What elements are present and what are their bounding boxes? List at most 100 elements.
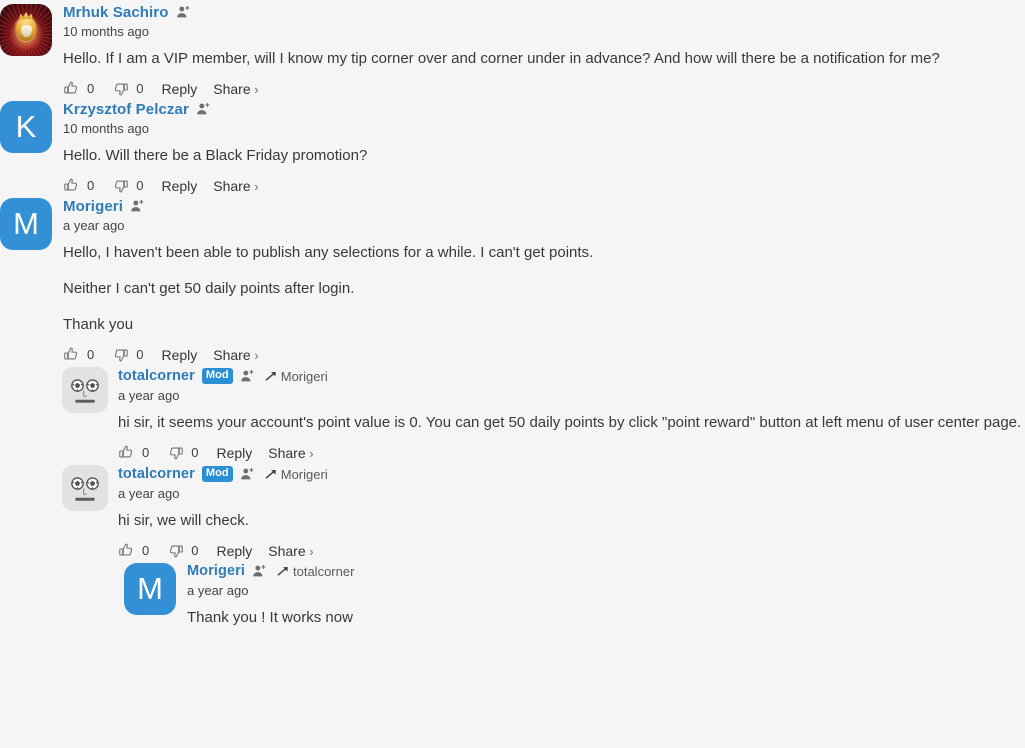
- dislike-button[interactable]: 0: [112, 346, 143, 363]
- comment-paragraph: hi sir, it seems your account's point va…: [118, 414, 1022, 431]
- comment-body: Mrhuk Sachiro 10 months ago Hello. If I am…: [63, 4, 1025, 97]
- reply-to-name: totalcorner: [293, 564, 355, 579]
- add-user-icon[interactable]: [130, 199, 145, 214]
- like-button[interactable]: 0: [63, 80, 94, 97]
- dislike-count: 0: [136, 81, 144, 96]
- reply-to: Morigeri: [265, 370, 328, 383]
- reply-arrow-icon: [265, 468, 278, 481]
- dislike-button[interactable]: 0: [167, 444, 198, 461]
- avatar[interactable]: L: [62, 465, 108, 511]
- comment-c3: M Morigeri a year ago Hello, I haven't been…: [0, 194, 1025, 363]
- add-user-icon[interactable]: [240, 369, 255, 384]
- comment-body: Krzysztof Pelczar 10 months ago Hello. Wil…: [63, 101, 1025, 194]
- like-button[interactable]: 0: [63, 177, 94, 194]
- comment-author[interactable]: Morigeri: [63, 199, 123, 214]
- dislike-button[interactable]: 0: [167, 542, 198, 559]
- share-button[interactable]: Share: [213, 347, 258, 363]
- add-user-icon[interactable]: [240, 467, 255, 482]
- comment-c1: Mrhuk Sachiro 10 months ago Hello. If I am…: [0, 0, 1025, 97]
- comment-paragraph: Neither I can't get 50 daily points afte…: [63, 280, 355, 297]
- comment-author[interactable]: Mrhuk Sachiro: [63, 5, 169, 20]
- reply-to-name: Morigeri: [280, 368, 328, 384]
- comment-paragraph: hi sir, we will check.: [118, 512, 249, 529]
- comment-paragraph: Thank you ! It works now: [187, 609, 353, 626]
- reply-to: totalcorner: [277, 565, 354, 578]
- comment-actions: 0 0 Reply Share: [63, 80, 1025, 97]
- comment-text: Hello, I haven't been able to publish an…: [63, 243, 1025, 335]
- share-button[interactable]: Share: [268, 543, 313, 559]
- comment-author[interactable]: totalcorner: [118, 467, 195, 482]
- thumbs-up-icon: [63, 80, 80, 97]
- avatar-column: M: [0, 198, 52, 250]
- reply-button[interactable]: Reply: [216, 445, 252, 461]
- comment-paragraph: Thank you: [63, 316, 134, 333]
- avatar-column: L: [62, 465, 108, 511]
- dislike-count: 0: [136, 347, 144, 362]
- comment-timestamp: a year ago: [118, 388, 180, 403]
- comment-text: Hello. If I am a VIP member, will I know…: [63, 49, 1025, 69]
- add-user-icon[interactable]: [196, 102, 211, 117]
- comment-timestamp: a year ago: [63, 218, 125, 233]
- comment-timestamp: a year ago: [187, 583, 249, 598]
- comment-header: Morigeri: [63, 199, 1025, 214]
- comment-body: totalcorner Mod Morigeri a year ago hi sir, …: [118, 367, 1025, 461]
- thumbs-up-icon: [63, 177, 80, 194]
- svg-text:L: L: [83, 488, 88, 497]
- reply-button[interactable]: Reply: [161, 347, 197, 363]
- comment-author[interactable]: Morigeri: [187, 564, 245, 579]
- comment-paragraph: Hello, I haven't been able to publish an…: [63, 244, 594, 261]
- avatar[interactable]: M: [0, 198, 52, 250]
- share-button[interactable]: Share: [213, 178, 258, 194]
- thumbs-down-icon: [167, 444, 184, 461]
- comment-actions: 0 0 Reply Share: [63, 177, 1025, 194]
- comment-author[interactable]: Krzysztof Pelczar: [63, 102, 189, 117]
- comment-actions: 0 0 Reply Share: [118, 542, 1025, 559]
- reply-button[interactable]: Reply: [216, 543, 252, 559]
- comment-header: Morigeri totalcorner: [187, 564, 1025, 579]
- dislike-count: 0: [191, 445, 199, 460]
- comment-c6: M Morigeri totalcorner a year ago Thank you …: [124, 559, 1025, 628]
- like-button[interactable]: 0: [63, 346, 94, 363]
- dislike-button[interactable]: 0: [112, 177, 143, 194]
- avatar[interactable]: [0, 4, 52, 56]
- dislike-button[interactable]: 0: [112, 80, 143, 97]
- comment-paragraph: Hello. Will there be a Black Friday prom…: [63, 147, 368, 164]
- comment-c2: K Krzysztof Pelczar 10 months ago Hello. Wi…: [0, 97, 1025, 194]
- comment-header: Krzysztof Pelczar: [63, 102, 1025, 117]
- comment-text: hi sir, we will check.: [118, 511, 1025, 531]
- comment-c5: Ltotalcorner Mod Morigeri a year ago hi sir,…: [62, 461, 1025, 559]
- comment-timestamp: a year ago: [118, 486, 180, 501]
- add-user-icon[interactable]: [252, 564, 267, 579]
- comment-text: Thank you ! It works now: [187, 608, 1025, 628]
- like-count: 0: [87, 178, 95, 193]
- add-user-icon[interactable]: [176, 5, 191, 20]
- comment-body: totalcorner Mod Morigeri a year ago hi sir, …: [118, 465, 1025, 559]
- avatar[interactable]: K: [0, 101, 52, 153]
- comment-header: totalcorner Mod Morigeri: [118, 368, 1025, 384]
- comment-header: totalcorner Mod Morigeri: [118, 466, 1025, 482]
- share-button[interactable]: Share: [268, 445, 313, 461]
- avatar[interactable]: L: [62, 367, 108, 413]
- reply-to: Morigeri: [265, 468, 328, 481]
- svg-text:L: L: [83, 390, 88, 399]
- share-button[interactable]: Share: [213, 81, 258, 97]
- comment-body: Morigeri totalcorner a year ago Thank you !…: [187, 563, 1025, 628]
- reply-button[interactable]: Reply: [161, 81, 197, 97]
- avatar[interactable]: M: [124, 563, 176, 615]
- comment-author[interactable]: totalcorner: [118, 369, 195, 384]
- like-button[interactable]: 0: [118, 542, 149, 559]
- comment-header: Mrhuk Sachiro: [63, 5, 1025, 20]
- comment-actions: 0 0 Reply Share: [118, 444, 1025, 461]
- avatar-column: L: [62, 367, 108, 413]
- avatar-column: M: [124, 563, 176, 615]
- comment-timestamp: 10 months ago: [63, 121, 150, 136]
- comment-body: Morigeri a year ago Hello, I haven't been …: [63, 198, 1025, 363]
- avatar-column: K: [0, 101, 52, 153]
- comment-actions: 0 0 Reply Share: [63, 346, 1025, 363]
- thumbs-down-icon: [112, 80, 129, 97]
- like-button[interactable]: 0: [118, 444, 149, 461]
- reply-to-name: Morigeri: [280, 466, 328, 482]
- reply-button[interactable]: Reply: [161, 178, 197, 194]
- thumbs-up-icon: [118, 542, 135, 559]
- mod-badge: Mod: [201, 368, 233, 384]
